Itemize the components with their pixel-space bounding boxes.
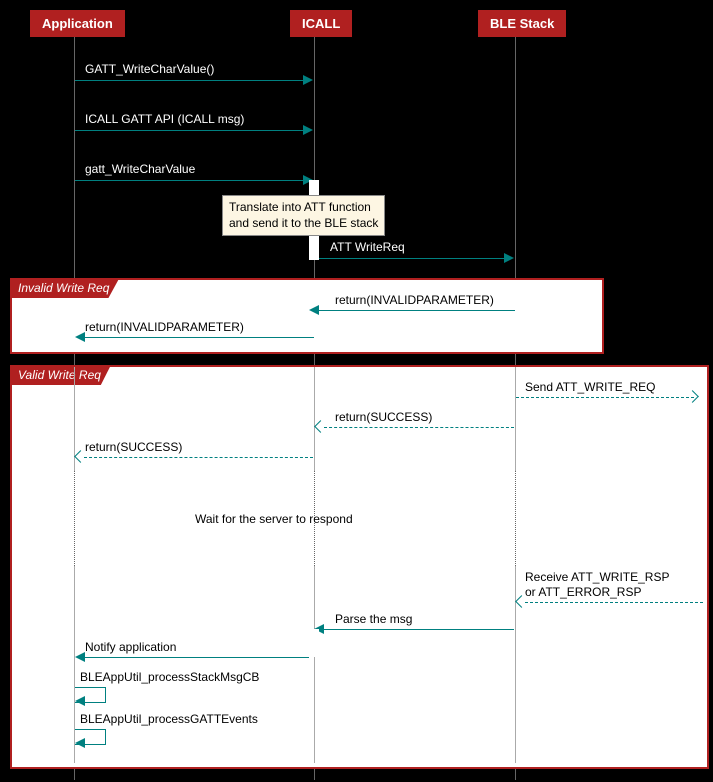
lifeline-app-wait: [74, 471, 76, 566]
group-valid-text: Valid Write Req: [18, 368, 101, 382]
arrow-6: [85, 337, 314, 338]
lifeline-ble-wait: [515, 471, 517, 566]
msg-receive-rsp-l2: or ATT_ERROR_RSP: [525, 585, 641, 599]
arrow-1: [75, 80, 304, 81]
lifeline-icall-valid: [314, 367, 316, 471]
msg-return-invalid-2: return(INVALIDPARAMETER): [85, 320, 244, 334]
arrow-12-head: [75, 652, 85, 662]
msg-notify: Notify application: [85, 640, 176, 654]
group-valid: [10, 365, 709, 769]
group-invalid-label: Invalid Write Req: [10, 278, 119, 298]
msg-gatt-write-char-value: GATT_WriteCharValue(): [85, 62, 214, 76]
lifeline-ble-valid: [515, 367, 517, 471]
arrow-5-head: [309, 305, 319, 315]
arrow-1-head: [303, 75, 313, 85]
lifeline-ble-resume: [515, 566, 517, 763]
msg-att-write-req: ATT WriteReq: [330, 240, 405, 254]
arrow-10: [525, 602, 703, 603]
note-line2: and send it to the BLE stack: [229, 216, 378, 230]
arrow-12: [85, 657, 309, 658]
participant-application: Application: [30, 10, 125, 37]
msg-return-invalid-1: return(INVALIDPARAMETER): [335, 293, 494, 307]
msg-gatt-write-char-value-lc: gatt_WriteCharValue: [85, 162, 195, 176]
arrow-2: [75, 130, 304, 131]
msg-process-gatt: BLEAppUtil_processGATTEvents: [80, 712, 258, 726]
msg-return-success-1: return(SUCCESS): [335, 410, 432, 424]
arrow-7: [516, 397, 694, 398]
msg-icall-gatt-api: ICALL GATT API (ICALL msg): [85, 112, 244, 126]
msg-parse: Parse the msg: [335, 612, 412, 626]
group-invalid-text: Invalid Write Req: [18, 281, 109, 295]
msg-send-att-write-req: Send ATT_WRITE_REQ: [525, 380, 655, 394]
arrow-3: [75, 180, 304, 181]
group-valid-label: Valid Write Req: [10, 365, 111, 385]
participant-application-label: Application: [42, 16, 113, 31]
msg-process-stack: BLEAppUtil_processStackMsgCB: [80, 670, 259, 684]
wait-text: Wait for the server to respond: [195, 512, 353, 526]
msg-return-success-2: return(SUCCESS): [85, 440, 182, 454]
activation-icall-2: [309, 629, 319, 657]
participant-icall-label: ICALL: [302, 16, 340, 31]
arrow-13-head: [75, 696, 85, 706]
note-line1: Translate into ATT function: [229, 200, 371, 214]
arrow-6-head: [75, 332, 85, 342]
participant-ble-label: BLE Stack: [490, 16, 554, 31]
arrow-9: [84, 457, 313, 458]
arrow-11: [324, 629, 514, 630]
msg-receive-rsp-l1: Receive ATT_WRITE_RSP: [525, 570, 669, 584]
lifeline-icall-resume: [314, 566, 316, 763]
arrow-2-head: [303, 125, 313, 135]
participant-ble: BLE Stack: [478, 10, 566, 37]
participant-icall: ICALL: [290, 10, 352, 37]
arrow-4-head: [504, 253, 514, 263]
note-translate: Translate into ATT function and send it …: [222, 195, 385, 236]
arrow-5: [319, 310, 515, 311]
arrow-8: [324, 427, 514, 428]
arrow-14-head: [75, 738, 85, 748]
arrow-4: [319, 258, 505, 259]
